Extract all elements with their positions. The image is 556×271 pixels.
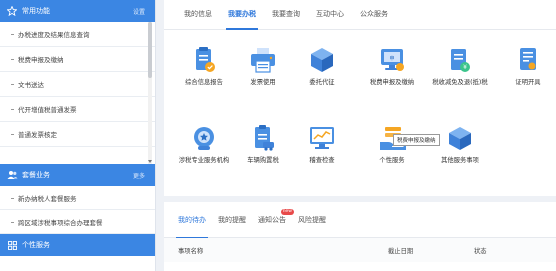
list-item[interactable]: 跨区域涉税事项综合办理套餐 (0, 210, 155, 234)
function-tile[interactable]: 申 税费申报及缴纳 (360, 45, 424, 87)
function-label: 税收减免及退(抵)税 (432, 79, 488, 86)
personal-services-title: 个性服务 (22, 241, 50, 249)
function-label: 稽查检查 (309, 157, 335, 164)
function-tile[interactable]: 发票使用 (231, 45, 295, 87)
list-item-label: 普通发票核定 (18, 131, 57, 139)
scrollbar[interactable] (148, 22, 152, 164)
package-services-list: 新办纳税人套餐服务 跨区域涉税事项综合办理套餐 (0, 186, 155, 234)
star-icon (6, 5, 18, 17)
personal-services-header[interactable]: 个性服务 (0, 234, 155, 256)
more-link[interactable]: 更多 (133, 171, 145, 180)
tax-refund-icon: ¥ (445, 45, 475, 75)
list-item[interactable]: 办税进度及结果信息查询 (0, 22, 155, 47)
function-tile[interactable]: 综合信息报告 (172, 45, 236, 87)
tab-my-info[interactable]: 我的信息 (176, 0, 220, 29)
tab-interaction[interactable]: 互动中心 (308, 0, 352, 29)
package-services-title: 套餐业务 (22, 171, 50, 179)
tab-my-todo[interactable]: 我的待办 (172, 202, 212, 239)
column-header-status: 状态 (474, 247, 487, 255)
column-header-deadline: 截止日期 (388, 247, 414, 255)
list-item-label: 文书送达 (18, 81, 44, 89)
function-label: 涉税专业服务机构 (178, 157, 230, 164)
agency-icon (189, 123, 219, 153)
user-group-icon (6, 169, 18, 181)
list-item[interactable]: 普通发票核定 (0, 122, 155, 147)
function-label: 综合信息报告 (185, 79, 223, 86)
table-header: 事项名称 截止日期 状态 (164, 238, 556, 262)
function-label: 其他服务事项 (441, 157, 479, 164)
sidebar: 常用功能 设置 办税进度及结果信息查询 税费申报及缴纳 文书送达 代开增值税普通… (0, 0, 156, 271)
list-item-label: 跨区域涉税事项综合办理套餐 (18, 218, 103, 227)
function-tile[interactable]: 车辆购置税 (231, 123, 295, 165)
list-item[interactable]: 代开增值税普通发票 (0, 97, 155, 122)
report-icon (189, 45, 219, 75)
common-functions-title: 常用功能 (22, 7, 50, 15)
top-tabs: 我的信息 我要办税 我要查询 互动中心 公众服务 (164, 0, 556, 30)
settings-link[interactable]: 设置 (133, 7, 145, 16)
svg-text:申: 申 (389, 55, 394, 62)
box-icon (307, 45, 337, 75)
function-tile[interactable]: 证明开具 (496, 45, 556, 87)
function-label: 证明开具 (515, 79, 541, 86)
tab-notices-label: 通知公告 (258, 215, 286, 224)
function-label: 委托代征 (309, 79, 335, 86)
tab-public-services[interactable]: 公众服务 (352, 0, 396, 29)
tax-declare-icon: 申 (377, 45, 407, 75)
printer-icon (248, 45, 278, 75)
list-item[interactable]: 新办纳税人套餐服务 (0, 186, 155, 210)
scroll-down-arrow-icon[interactable] (148, 160, 152, 163)
function-label: 个性服务 (379, 157, 405, 164)
list-item-label: 办税进度及结果信息查询 (18, 31, 90, 39)
monitor-chart-icon (307, 123, 337, 153)
vehicle-tax-icon (248, 123, 278, 153)
list-item-label: 税费申报及缴纳 (18, 56, 64, 64)
package-services-header[interactable]: 套餐业务 更多 (0, 164, 155, 186)
function-tile[interactable]: ¥ 税收减免及退(抵)税 (428, 45, 492, 87)
svg-text:¥: ¥ (463, 64, 467, 71)
scrollbar-thumb[interactable] (148, 22, 152, 78)
function-label: 税费申报及缴纳 (369, 79, 415, 86)
tab-notices[interactable]: 通知公告 new (252, 202, 294, 238)
tab-tax-handling[interactable]: 我要办税 (220, 0, 264, 30)
list-item[interactable]: 文书送达 (0, 72, 155, 97)
list-item-label: 新办纳税人套餐服务 (18, 194, 77, 203)
function-tile[interactable]: 涉税专业服务机构 (172, 123, 236, 165)
layers-icon (445, 123, 475, 153)
tab-risk-alerts[interactable]: 风险提醒 (292, 202, 332, 238)
list-item[interactable]: 税费申报及缴纳 (0, 47, 155, 72)
function-label: 发票使用 (250, 79, 276, 86)
function-label: 车辆购置税 (247, 157, 279, 164)
common-functions-list: 办税进度及结果信息查询 税费申报及缴纳 文书送达 代开增值税普通发票 普通发票核… (0, 22, 155, 164)
function-tile[interactable]: 委托代征 (290, 45, 354, 87)
tooltip: 税费申报及缴纳 (393, 134, 440, 146)
certificate-icon (513, 45, 543, 75)
grid-icon (6, 239, 18, 251)
column-header-item: 事项名称 (178, 247, 204, 255)
bottom-tabs: 我的待办 我的提醒 通知公告 new 风险提醒 (164, 202, 556, 239)
tab-my-reminders[interactable]: 我的提醒 (212, 202, 252, 238)
tab-query[interactable]: 我要查询 (264, 0, 308, 29)
todo-panel: 我的待办 我的提醒 通知公告 new 风险提醒 事项名称 截止日期 状态 (164, 202, 556, 271)
function-tile[interactable]: 稽查检查 (290, 123, 354, 165)
list-item-label: 代开增值税普通发票 (18, 106, 77, 114)
common-functions-header[interactable]: 常用功能 设置 (0, 0, 155, 22)
service-panel: 我的信息 我要办税 我要查询 互动中心 公众服务 综合信息报告 发票使用 委托代… (164, 0, 556, 196)
